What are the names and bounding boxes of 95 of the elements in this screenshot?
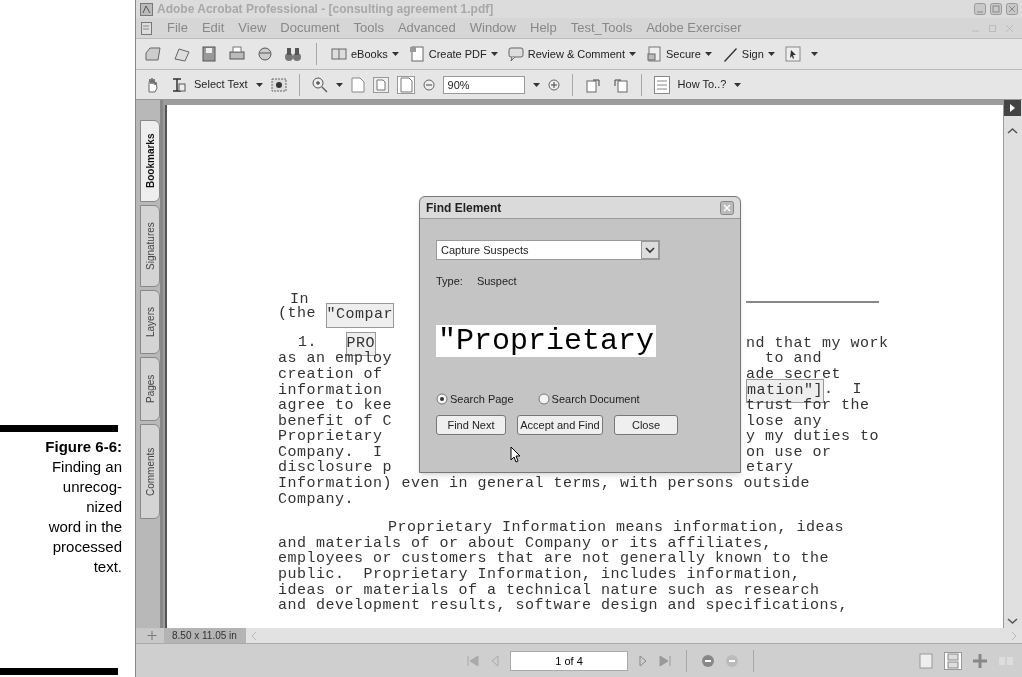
snapshot-icon[interactable] bbox=[270, 76, 287, 93]
print-icon[interactable] bbox=[228, 45, 246, 63]
document-text: creation of bbox=[278, 365, 383, 383]
restore-icon[interactable] bbox=[990, 3, 1002, 15]
side-tab[interactable]: Signatures bbox=[140, 205, 160, 287]
document-text: disclosure p bbox=[278, 459, 393, 477]
open-folder-icon[interactable] bbox=[144, 45, 162, 63]
document-text: Company. I bbox=[278, 443, 383, 461]
radio-option[interactable]: Search Document bbox=[537, 390, 640, 407]
caret-icon[interactable] bbox=[532, 82, 540, 87]
document-text: and development results, software design and specifications, bbox=[278, 596, 849, 617]
rotate-left-icon[interactable] bbox=[584, 76, 603, 93]
search-icon[interactable] bbox=[284, 45, 302, 63]
mouse-pointer-icon bbox=[510, 446, 521, 463]
toolbar-button[interactable]: eBooks bbox=[351, 45, 388, 63]
document-text: (the bbox=[278, 304, 317, 325]
caret-icon[interactable] bbox=[734, 82, 742, 87]
document-icon bbox=[140, 21, 153, 35]
caret-icon[interactable] bbox=[255, 82, 263, 87]
document-text: employees or customers that are not generally known to the bbox=[278, 550, 830, 568]
document-text: etary bbox=[746, 458, 794, 477]
caret-icon[interactable] bbox=[391, 52, 399, 56]
radio-icon[interactable] bbox=[436, 392, 448, 405]
document-text: Company. bbox=[278, 490, 354, 510]
dropdown-value: Capture Suspects bbox=[441, 242, 529, 258]
side-tab[interactable]: Comments bbox=[140, 424, 160, 519]
document-text: Proprietary Information means information, ideas bbox=[388, 518, 845, 537]
lock-page-icon[interactable] bbox=[646, 46, 662, 62]
toolbar-button[interactable]: Secure bbox=[666, 45, 701, 63]
dialog-button[interactable]: Close bbox=[614, 415, 678, 435]
caret-icon[interactable] bbox=[629, 52, 636, 56]
forward-icon[interactable] bbox=[725, 653, 739, 668]
side-tab[interactable]: Pages bbox=[140, 357, 160, 421]
figure-label: Figure 6-6: bbox=[45, 437, 122, 457]
vertical-scrollbar[interactable] bbox=[1003, 100, 1022, 628]
document-text: 1. bbox=[298, 332, 318, 353]
toolbar-button[interactable]: Create PDF bbox=[428, 45, 487, 63]
document-text: and materials of or about Company or its affiliates, bbox=[278, 534, 773, 552]
document-text: nd that my work bbox=[746, 333, 889, 352]
next-page-icon[interactable] bbox=[638, 654, 648, 667]
suspect-word-image: "Proprietary bbox=[436, 324, 657, 357]
fit-page-icon[interactable] bbox=[372, 76, 389, 93]
caret-icon[interactable] bbox=[490, 52, 498, 56]
document-text: benefit of C bbox=[278, 412, 393, 430]
continuous-page-icon[interactable] bbox=[944, 651, 962, 670]
caret-icon[interactable] bbox=[335, 82, 343, 87]
document-text: information bbox=[278, 380, 383, 399]
last-page-icon[interactable] bbox=[658, 654, 672, 667]
dialog-title: Find Element bbox=[426, 199, 502, 217]
document-text: Information) even in general terms, with persons outside bbox=[278, 474, 811, 493]
toolbar-button[interactable]: Review & Comment bbox=[527, 45, 625, 63]
back-icon[interactable] bbox=[701, 653, 715, 668]
figure-caption: Finding an unrecog- nized word in the processed text. bbox=[48, 457, 122, 577]
document-text: agree to kee bbox=[278, 396, 393, 415]
side-tab[interactable]: Bookmarks bbox=[140, 120, 160, 202]
radio-option[interactable]: Search Page bbox=[436, 390, 514, 407]
comment-bubble-icon[interactable] bbox=[507, 46, 524, 62]
zoom-in-icon[interactable] bbox=[547, 78, 560, 91]
zoom-in-icon[interactable] bbox=[311, 76, 328, 93]
document-text: public. Proprietary Information, includes information, bbox=[278, 565, 801, 584]
pen-icon[interactable] bbox=[721, 46, 738, 62]
side-tab[interactable]: Layers bbox=[140, 290, 160, 354]
page-number-field[interactable]: 1 of 4 bbox=[510, 650, 628, 671]
caret-icon[interactable] bbox=[767, 52, 775, 56]
type-label: Type: bbox=[436, 274, 463, 289]
caret-icon[interactable] bbox=[704, 52, 712, 56]
minimize-icon[interactable] bbox=[974, 3, 986, 15]
radio-icon[interactable] bbox=[537, 392, 550, 405]
fit-width-icon[interactable] bbox=[396, 75, 415, 94]
dialog-button[interactable]: Accept and Find bbox=[517, 415, 603, 435]
list-icon[interactable] bbox=[653, 75, 670, 94]
text-cursor-icon[interactable] bbox=[170, 76, 186, 93]
single-page-icon[interactable] bbox=[918, 652, 934, 669]
caret-icon[interactable] bbox=[810, 52, 818, 56]
page-icon[interactable] bbox=[350, 76, 365, 93]
how-to-button[interactable]: How To..? bbox=[677, 76, 727, 93]
close-icon[interactable] bbox=[1006, 3, 1018, 15]
zoom-field[interactable]: 90% bbox=[442, 75, 525, 94]
select-text-tool[interactable]: Select Text bbox=[194, 76, 248, 93]
document-text: Proprietary bbox=[278, 427, 383, 446]
close-icon[interactable] bbox=[720, 200, 734, 215]
dialog-button[interactable]: Find Next bbox=[436, 415, 506, 435]
page-size: 8.50 x 11.05 in bbox=[164, 628, 246, 643]
document-text: ideas or materials of a technical nature such as research bbox=[278, 581, 820, 599]
book-icon[interactable] bbox=[331, 46, 347, 62]
document-text: lose any bbox=[746, 411, 822, 430]
type-value: Suspect bbox=[476, 274, 517, 289]
save-icon[interactable] bbox=[200, 45, 218, 63]
marked-word: "Compar bbox=[325, 303, 395, 328]
pdf-page-icon[interactable] bbox=[408, 46, 425, 62]
dropdown[interactable]: Capture Suspects bbox=[436, 240, 660, 260]
app-icon bbox=[140, 2, 153, 16]
zoom-out-icon[interactable] bbox=[422, 78, 435, 91]
pointer-icon[interactable] bbox=[784, 46, 801, 62]
toolbar-button[interactable]: Sign bbox=[741, 45, 764, 63]
